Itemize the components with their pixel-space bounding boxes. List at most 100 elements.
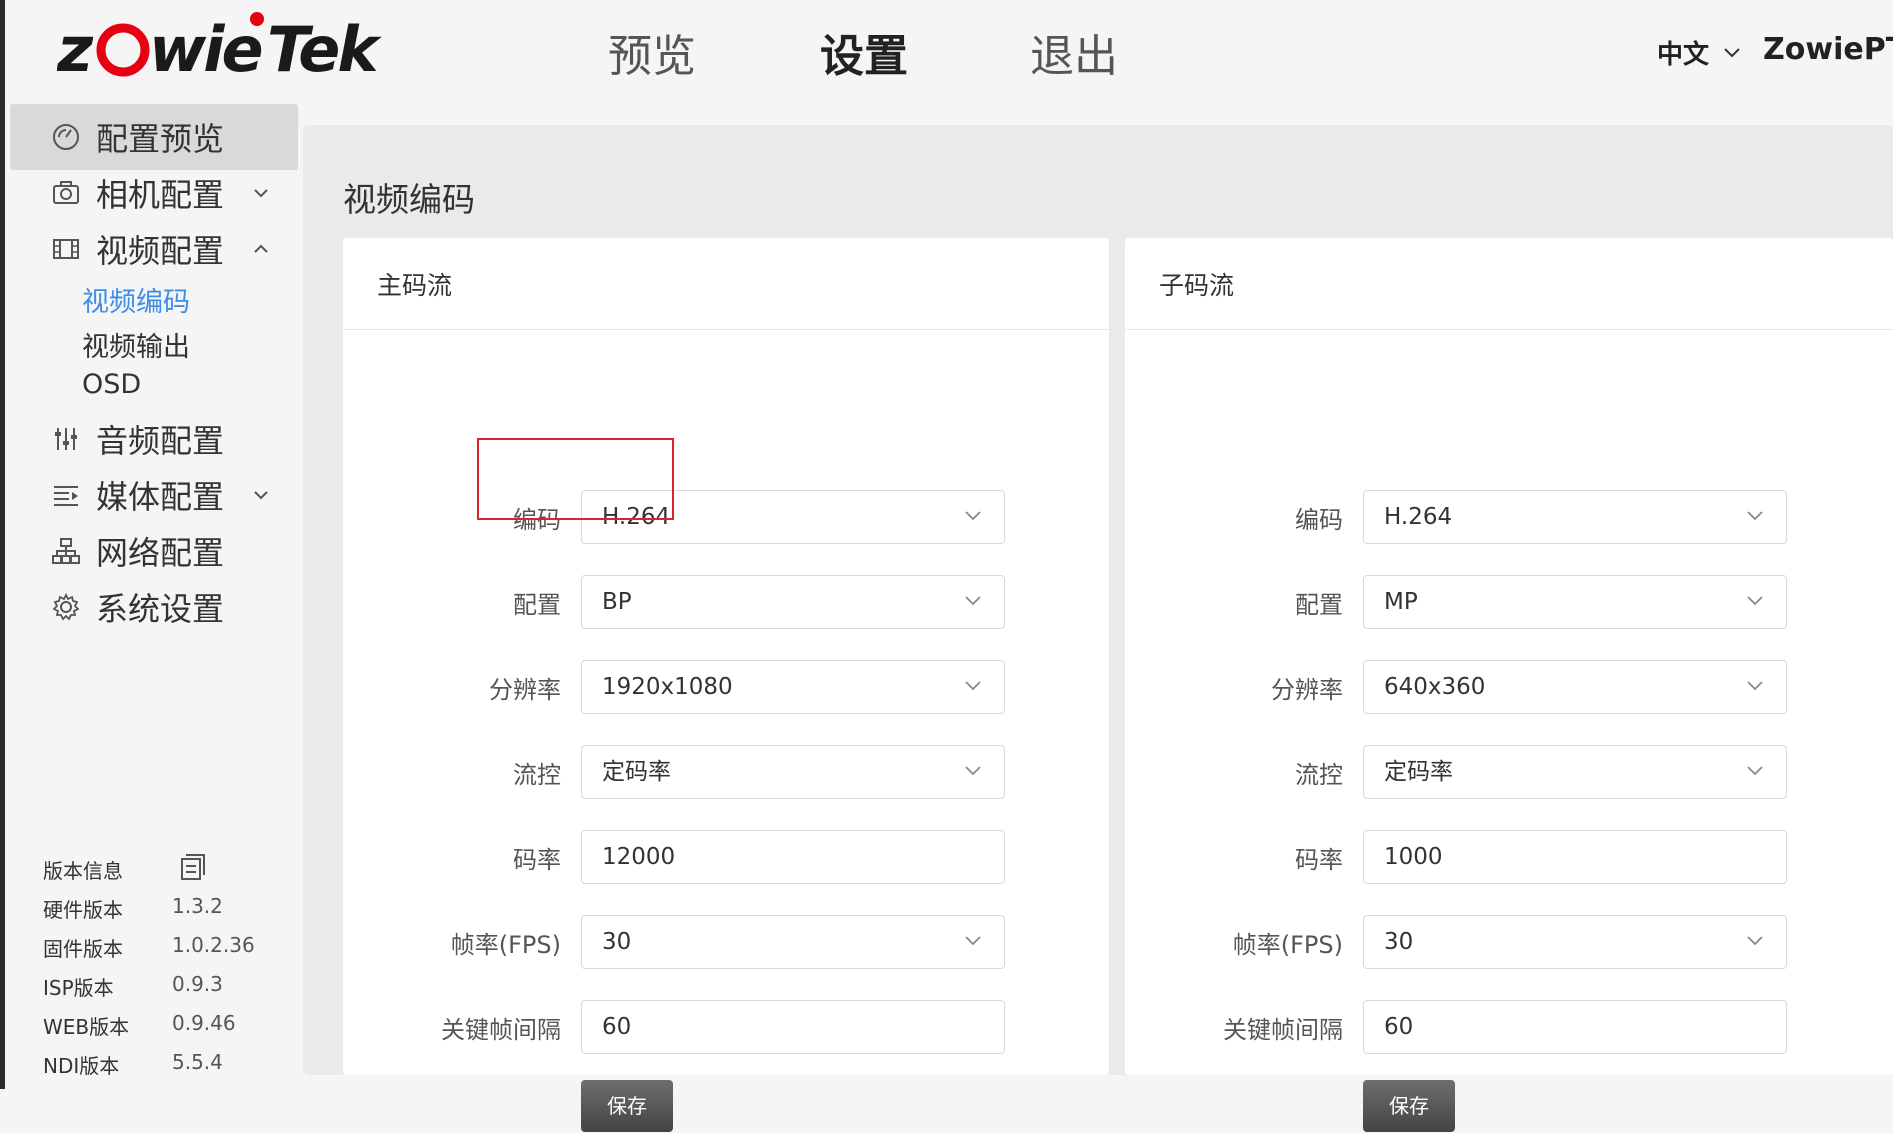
svg-text:Tek: Tek xyxy=(267,13,382,86)
input-value: 1000 xyxy=(1384,844,1443,870)
nav-settings[interactable]: 设置 xyxy=(820,20,908,84)
select-value: 30 xyxy=(602,929,632,955)
zowietek-logo[interactable]: z wie Tek xyxy=(57,0,417,100)
codec-select[interactable]: H.264 xyxy=(1363,490,1787,544)
chevron-down-icon xyxy=(1747,596,1763,606)
info-label-firmware: 固件版本 xyxy=(43,937,123,961)
chevron-down-icon xyxy=(1724,47,1740,57)
select-value: 640x360 xyxy=(1384,674,1486,700)
info-label-isp: ISP版本 xyxy=(43,976,114,1000)
sidebar-item-label: 视频配置 xyxy=(96,232,225,270)
info-value-firmware: 1.0.2.36 xyxy=(172,933,255,957)
field-label-bitrate: 码率 xyxy=(513,846,561,874)
field-label-gop: 关键帧间隔 xyxy=(441,1016,561,1044)
bitrate-input[interactable]: 1000 xyxy=(1363,830,1787,884)
media-icon xyxy=(50,479,82,511)
chevron-down-icon xyxy=(965,681,981,691)
profile-select[interactable]: MP xyxy=(1363,575,1787,629)
field-label-profile: 配置 xyxy=(513,591,561,619)
info-value-web: 0.9.46 xyxy=(172,1011,236,1035)
chevron-down-icon xyxy=(254,189,268,198)
field-label-rate-control: 流控 xyxy=(1295,761,1343,789)
svg-text:z: z xyxy=(57,13,94,86)
field-label-profile: 配置 xyxy=(1295,591,1343,619)
select-value: 1920x1080 xyxy=(602,674,733,700)
input-value: 60 xyxy=(602,1014,632,1040)
resolution-select[interactable]: 1920x1080 xyxy=(581,660,1005,714)
input-value: 12000 xyxy=(602,844,676,870)
info-value-ndi: 5.5.4 xyxy=(172,1050,223,1074)
language-select[interactable]: 中文 xyxy=(1657,34,1741,71)
select-value: 30 xyxy=(1384,929,1414,955)
gop-input[interactable]: 60 xyxy=(581,1000,1005,1054)
field-label-codec: 编码 xyxy=(1295,506,1343,534)
mixer-icon xyxy=(50,423,82,455)
sidebar-item-label: 系统设置 xyxy=(96,590,225,628)
chevron-down-icon xyxy=(1747,766,1763,776)
chevron-down-icon xyxy=(965,766,981,776)
chevron-down-icon xyxy=(965,511,981,521)
film-icon xyxy=(50,233,82,265)
save-button[interactable]: 保存 xyxy=(1363,1080,1455,1132)
info-value-hardware: 1.3.2 xyxy=(172,894,223,918)
card-title: 子码流 xyxy=(1125,238,1893,330)
sub-stream-card: 子码流 编码 H.264 配置 MP 分辨率 640x360 流控 定码率 码率… xyxy=(1125,238,1893,1132)
field-label-resolution: 分辨率 xyxy=(489,676,561,704)
chevron-down-icon xyxy=(1747,681,1763,691)
info-label-ndi: NDI版本 xyxy=(43,1054,120,1078)
field-label-resolution: 分辨率 xyxy=(1271,676,1343,704)
network-icon xyxy=(50,535,82,567)
gear-icon xyxy=(50,591,82,623)
sidebar-subitem-video-encoding[interactable]: 视频编码 xyxy=(82,280,190,319)
info-label-hardware: 硬件版本 xyxy=(43,898,123,922)
card-title: 主码流 xyxy=(343,238,1109,330)
chevron-down-icon xyxy=(1747,936,1763,946)
fps-select[interactable]: 30 xyxy=(1363,915,1787,969)
sidebar-item-label: 相机配置 xyxy=(96,176,225,214)
resolution-select[interactable]: 640x360 xyxy=(1363,660,1787,714)
highlight-box xyxy=(477,438,674,520)
page-title: 视频编码 xyxy=(343,180,475,219)
rate-control-select[interactable]: 定码率 xyxy=(1363,745,1787,799)
main-stream-card: 主码流 编码 H.264 配置 BP 分辨率 1920x1080 流控 定码率 … xyxy=(343,238,1109,1132)
svg-text:wie: wie xyxy=(149,13,262,86)
logo-mark: z wie Tek xyxy=(57,12,385,86)
sidebar-subitem-video-output[interactable]: 视频输出 xyxy=(82,325,190,364)
copy-icon[interactable] xyxy=(178,853,206,881)
field-label-bitrate: 码率 xyxy=(1295,846,1343,874)
profile-select[interactable]: BP xyxy=(581,575,1005,629)
field-label-gop: 关键帧间隔 xyxy=(1223,1016,1343,1044)
field-label-rate-control: 流控 xyxy=(513,761,561,789)
sidebar-subitem-osd[interactable]: OSD xyxy=(82,369,141,400)
info-value-isp: 0.9.3 xyxy=(172,972,223,996)
gauge-icon xyxy=(50,121,82,153)
sidebar-item-label: 音频配置 xyxy=(96,422,225,460)
fps-select[interactable]: 30 xyxy=(581,915,1005,969)
select-value: MP xyxy=(1384,589,1418,615)
field-label-fps: 帧率(FPS) xyxy=(450,931,561,959)
gop-input[interactable]: 60 xyxy=(1363,1000,1787,1054)
sidebar: 配置预览 相机配置 视频配置 视频编码 视频输出 OSD 音频配置 媒体配置 网… xyxy=(5,104,303,1089)
chevron-down-icon xyxy=(254,491,268,500)
main-panel: 视频编码 主码流 编码 H.264 配置 BP 分辨率 1920x1080 流控… xyxy=(303,125,1893,1132)
nav-preview[interactable]: 预览 xyxy=(608,20,696,84)
sidebar-item-video[interactable]: 视频配置 xyxy=(10,216,298,282)
info-label-web: WEB版本 xyxy=(43,1015,130,1039)
chevron-down-icon xyxy=(965,596,981,606)
sidebar-item-label: 网络配置 xyxy=(96,534,225,572)
save-button[interactable]: 保存 xyxy=(581,1080,673,1132)
sidebar-item-label: 媒体配置 xyxy=(96,478,225,516)
rate-control-select[interactable]: 定码率 xyxy=(581,745,1005,799)
select-value: BP xyxy=(602,589,632,615)
language-label: 中文 xyxy=(1657,40,1710,70)
user-name[interactable]: ZowiePTZ xyxy=(1763,32,1893,67)
sidebar-item-system[interactable]: 系统设置 xyxy=(10,574,298,640)
bitrate-input[interactable]: 12000 xyxy=(581,830,1005,884)
chevron-down-icon xyxy=(965,936,981,946)
chevron-up-icon xyxy=(254,244,268,253)
nav-logout[interactable]: 退出 xyxy=(1030,20,1118,84)
sidebar-item-label: 配置预览 xyxy=(96,120,225,158)
field-label-fps: 帧率(FPS) xyxy=(1232,931,1343,959)
version-info-title: 版本信息 xyxy=(43,859,123,883)
chevron-down-icon xyxy=(1747,511,1763,521)
